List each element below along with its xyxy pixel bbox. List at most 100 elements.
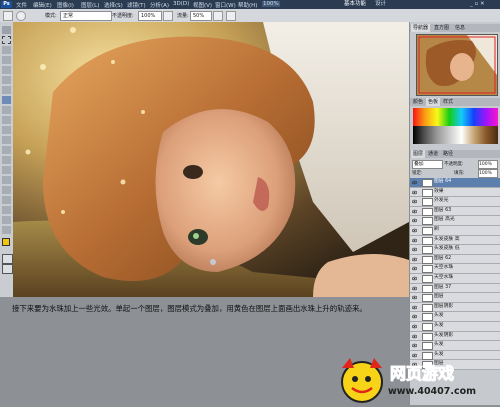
quick-select-tool-icon[interactable] <box>2 56 11 64</box>
layer-opacity-input[interactable]: 100% <box>478 160 498 169</box>
layer-row[interactable]: 头发 <box>410 341 500 351</box>
eye-visibility-icon[interactable] <box>411 228 418 233</box>
mode-select[interactable]: 正常 <box>60 11 112 21</box>
layer-row[interactable]: 刷 <box>410 226 500 236</box>
layer-row[interactable]: 效果 <box>410 187 500 198</box>
flow-input[interactable]: 50% <box>190 11 212 21</box>
brush-tool-preset-icon[interactable] <box>3 11 13 21</box>
move-tool-icon[interactable] <box>2 26 11 34</box>
blur-tool-icon[interactable] <box>2 146 11 154</box>
eye-visibility-icon[interactable] <box>411 180 418 185</box>
layer-row[interactable]: 头发 <box>410 312 500 322</box>
menu-image[interactable]: 图像(I) <box>57 1 74 9</box>
layer-row[interactable]: 头发皮肤 低 <box>410 245 500 255</box>
layer-row[interactable]: 图层 37 <box>410 283 500 294</box>
layer-row[interactable]: 图层阴影 <box>410 302 500 313</box>
workspace-essentials[interactable]: 基本功能 <box>341 0 370 9</box>
tab-channels[interactable]: 通道 <box>426 150 440 158</box>
fill-input[interactable]: 100% <box>478 169 498 178</box>
crop-tool-icon[interactable] <box>2 66 11 74</box>
layer-name: 头发皮肤 低 <box>434 246 460 252</box>
layer-row[interactable]: 图层 64 <box>410 178 500 188</box>
eye-visibility-icon[interactable] <box>411 276 418 281</box>
layer-row[interactable]: 外发光 <box>410 197 500 207</box>
menu-select[interactable]: 选择(S) <box>104 1 123 9</box>
layer-row[interactable]: 图层 63 <box>410 206 500 217</box>
dodge-tool-icon[interactable] <box>2 156 11 164</box>
eye-visibility-icon[interactable] <box>411 314 418 319</box>
tab-info[interactable]: 信息 <box>453 24 467 32</box>
quick-mask-icon[interactable] <box>2 254 13 264</box>
layer-row[interactable]: 天空水珠 <box>410 264 500 274</box>
eye-visibility-icon[interactable] <box>411 247 418 252</box>
zoom-tool-icon[interactable] <box>2 226 11 234</box>
eye-visibility-icon[interactable] <box>411 190 418 194</box>
history-brush-icon[interactable] <box>2 116 11 124</box>
eye-visibility-icon[interactable] <box>411 266 418 271</box>
layer-row[interactable]: 头发阴影 <box>410 331 500 342</box>
eyedropper-tool-icon[interactable] <box>2 76 11 84</box>
foreground-color-swatch[interactable] <box>2 238 10 246</box>
brush-size-icon[interactable] <box>16 11 26 21</box>
pen-tool-icon[interactable] <box>2 166 11 174</box>
lasso-tool-icon[interactable] <box>2 46 11 54</box>
pressure-size-icon[interactable] <box>226 11 236 21</box>
workspace-design[interactable]: 设计 <box>372 0 389 9</box>
opacity-input[interactable]: 100% <box>138 11 162 21</box>
airbrush-icon[interactable] <box>213 11 223 21</box>
eye-visibility-icon[interactable] <box>411 209 418 213</box>
document-canvas[interactable] <box>13 22 409 297</box>
eye-visibility-icon[interactable] <box>411 343 418 348</box>
tab-paths[interactable]: 路径 <box>441 150 455 158</box>
eye-visibility-icon[interactable] <box>411 238 418 242</box>
menu-file[interactable]: 文件 <box>16 1 27 9</box>
menu-filter[interactable]: 滤镜(T) <box>127 1 146 9</box>
screen-mode-icon[interactable] <box>2 264 13 274</box>
menu-layer[interactable]: 图层(L) <box>81 1 99 9</box>
path-select-icon[interactable] <box>2 186 11 194</box>
menu-window[interactable]: 窗口(W) <box>215 1 236 9</box>
marquee-tool-icon[interactable] <box>2 36 11 44</box>
tab-color[interactable]: 颜色 <box>411 98 425 106</box>
layer-row[interactable]: 头发 <box>410 322 500 332</box>
tab-styles[interactable]: 样式 <box>441 98 455 106</box>
healing-brush-icon[interactable] <box>2 86 11 94</box>
swatch-grid-neutrals[interactable] <box>413 126 498 144</box>
eye-visibility-icon[interactable] <box>411 286 418 290</box>
eye-visibility-icon[interactable] <box>411 324 418 329</box>
menu-edit[interactable]: 编辑(E) <box>33 1 52 9</box>
watermark-url[interactable]: www.40407.com <box>388 386 476 397</box>
menu-help[interactable]: 帮助(H) <box>238 1 257 9</box>
type-tool-icon[interactable] <box>2 176 11 184</box>
navigator-preview[interactable] <box>416 34 498 96</box>
menu-3d[interactable]: 3D(D) <box>173 1 189 7</box>
eye-visibility-icon[interactable] <box>411 295 418 300</box>
brush-tool-icon[interactable] <box>2 96 11 104</box>
zoom-level[interactable]: 100% <box>262 1 280 7</box>
clone-stamp-icon[interactable] <box>2 106 11 114</box>
tab-swatches[interactable]: 色板 <box>426 98 441 106</box>
window-controls[interactable]: _ ▫ ✕ <box>470 1 485 7</box>
eye-visibility-icon[interactable] <box>411 334 418 338</box>
layer-row[interactable]: 图层 62 <box>410 254 500 265</box>
menu-analysis[interactable]: 分析(A) <box>150 1 169 9</box>
layer-row[interactable]: 图层 高光 <box>410 216 500 226</box>
eye-visibility-icon[interactable] <box>411 218 418 223</box>
menu-view[interactable]: 视图(V) <box>193 1 212 9</box>
layer-row[interactable]: 图层 <box>410 293 500 303</box>
layer-row[interactable]: 头发皮肤 高 <box>410 235 500 246</box>
eye-visibility-icon[interactable] <box>411 199 418 204</box>
tab-navigator[interactable]: 导航器 <box>411 24 431 32</box>
blend-mode-select[interactable]: 叠加 <box>412 160 443 169</box>
hand-tool-icon[interactable] <box>2 216 11 224</box>
eye-visibility-icon[interactable] <box>411 305 418 309</box>
layer-row[interactable]: 天空水珠 <box>410 274 500 284</box>
eraser-tool-icon[interactable] <box>2 126 11 134</box>
shape-tool-icon[interactable] <box>2 196 11 204</box>
eye-visibility-icon[interactable] <box>411 257 418 261</box>
gradient-tool-icon[interactable] <box>2 136 11 144</box>
tab-layers[interactable]: 图层 <box>411 150 426 158</box>
tab-histogram[interactable]: 直方图 <box>432 24 451 32</box>
pressure-opacity-icon[interactable] <box>163 11 173 21</box>
3d-rotate-icon[interactable] <box>2 206 11 214</box>
